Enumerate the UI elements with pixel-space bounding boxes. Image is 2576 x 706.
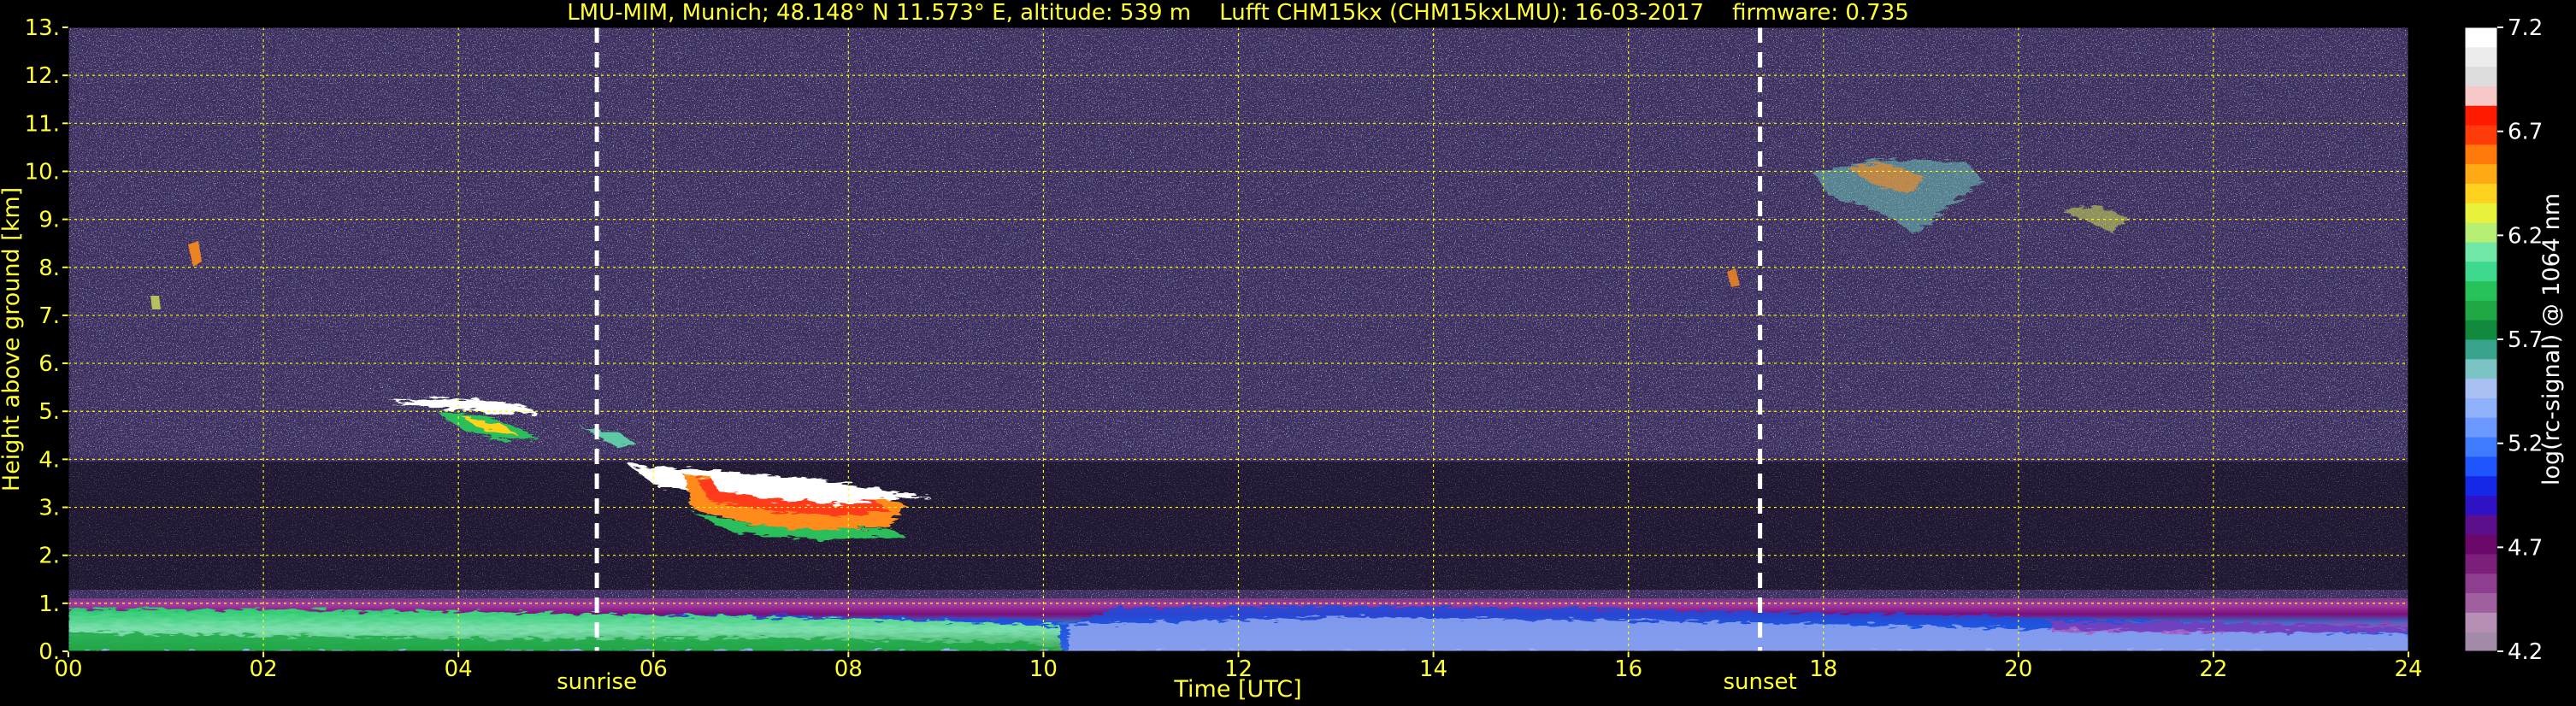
colorbar	[2465, 27, 2497, 652]
y-tick-label: 9.	[38, 208, 60, 233]
x-tick-label: 20	[2004, 656, 2032, 682]
x-tick-label: 18	[1809, 656, 1837, 682]
x-tick-label: 10	[1029, 656, 1058, 682]
y-axis-label: Height above ground [km]	[0, 187, 25, 491]
colorbar-swatch	[2465, 27, 2497, 48]
colorbar-swatch	[2465, 437, 2497, 457]
colorbar-ticks: 4.24.75.25.76.26.77.2	[2497, 15, 2543, 665]
y-tick-label: 5.	[38, 399, 60, 425]
colorbar-swatch	[2465, 105, 2497, 126]
colorbar-swatch	[2465, 495, 2497, 515]
colorbar-swatch	[2465, 222, 2497, 243]
colorbar-swatch	[2465, 515, 2497, 535]
x-tick-label: 08	[834, 656, 863, 682]
x-tick-label: 02	[250, 656, 278, 682]
y-tick-label: 10.	[25, 159, 60, 185]
colorbar-swatch	[2465, 417, 2497, 438]
colorbar-label: log(rc-signal) @ 1064 nm	[2538, 193, 2565, 485]
ceilometer-chart: sunrise sunset 00 02 04 06 08 10 12 14 16 18 20 22 24…	[0, 0, 2565, 703]
colorbar-swatch	[2465, 475, 2497, 496]
y-tick-label: 11.	[25, 111, 60, 137]
noise-layer-green	[68, 27, 2408, 455]
colorbar-swatch	[2465, 378, 2497, 398]
colorbar-swatch	[2465, 183, 2497, 203]
colorbar-tick-label: 4.7	[2508, 535, 2543, 561]
colorbar-swatch	[2465, 534, 2497, 555]
y-tick-label: 1.	[38, 591, 60, 617]
colorbar-swatch	[2465, 125, 2497, 145]
colorbar-swatch	[2465, 573, 2497, 594]
x-tick-label: 04	[445, 656, 473, 682]
colorbar-swatch	[2465, 85, 2497, 106]
colorbar-swatch	[2465, 612, 2497, 632]
x-tick-label: 24	[2394, 656, 2422, 682]
x-tick-label: 06	[640, 656, 668, 682]
x-tick-label: 14	[1419, 656, 1447, 682]
y-tick-label: 3.	[38, 496, 60, 521]
colorbar-swatch	[2465, 339, 2497, 360]
colorbar-tick-label: 6.7	[2508, 120, 2543, 145]
boundary-layer	[68, 598, 2408, 651]
colorbar-swatch	[2465, 144, 2497, 165]
colorbar-swatch	[2465, 592, 2497, 613]
colorbar-swatch	[2465, 456, 2497, 477]
y-axis-ticks: 0. 1. 2. 3. 4. 5. 6. 7. 8. 9. 10. 11. 12. 13.	[25, 15, 68, 665]
y-tick-label: 6.	[38, 351, 60, 377]
colorbar-swatch	[2465, 241, 2497, 262]
colorbar-swatch	[2465, 46, 2497, 68]
y-tick-label: 4.	[38, 447, 60, 473]
sunrise-label: sunrise	[557, 669, 637, 695]
sunset-label: sunset	[1723, 669, 1796, 695]
colorbar-swatch	[2465, 300, 2497, 321]
colorbar-swatch	[2465, 553, 2497, 574]
y-tick-label: 8.	[38, 256, 60, 281]
y-tick-label: 7.	[38, 303, 60, 329]
x-tick-label: 16	[1614, 656, 1642, 682]
colorbar-tick-label: 4.2	[2508, 639, 2543, 665]
y-tick-label: 2.	[38, 544, 60, 569]
colorbar-swatch	[2465, 66, 2497, 86]
colorbar-tick-label: 7.2	[2508, 15, 2543, 41]
colorbar-swatch	[2465, 320, 2497, 340]
colorbar-swatch	[2465, 358, 2497, 379]
colorbar-swatch	[2465, 261, 2497, 282]
colorbar-swatch	[2465, 280, 2497, 301]
colorbar-swatch	[2465, 632, 2497, 652]
colorbar-swatch	[2465, 397, 2497, 418]
y-tick-label: 13.	[25, 15, 60, 41]
x-axis-label: Time [UTC]	[1173, 676, 1301, 703]
y-tick-label: 0.	[38, 639, 60, 665]
x-tick-label: 22	[2199, 656, 2227, 682]
colorbar-swatch	[2465, 163, 2497, 184]
chart-title: LMU-MIM, Munich; 48.148° N 11.573° E, al…	[567, 0, 1909, 26]
y-tick-label: 12.	[25, 63, 60, 89]
colorbar-swatch	[2465, 203, 2497, 223]
